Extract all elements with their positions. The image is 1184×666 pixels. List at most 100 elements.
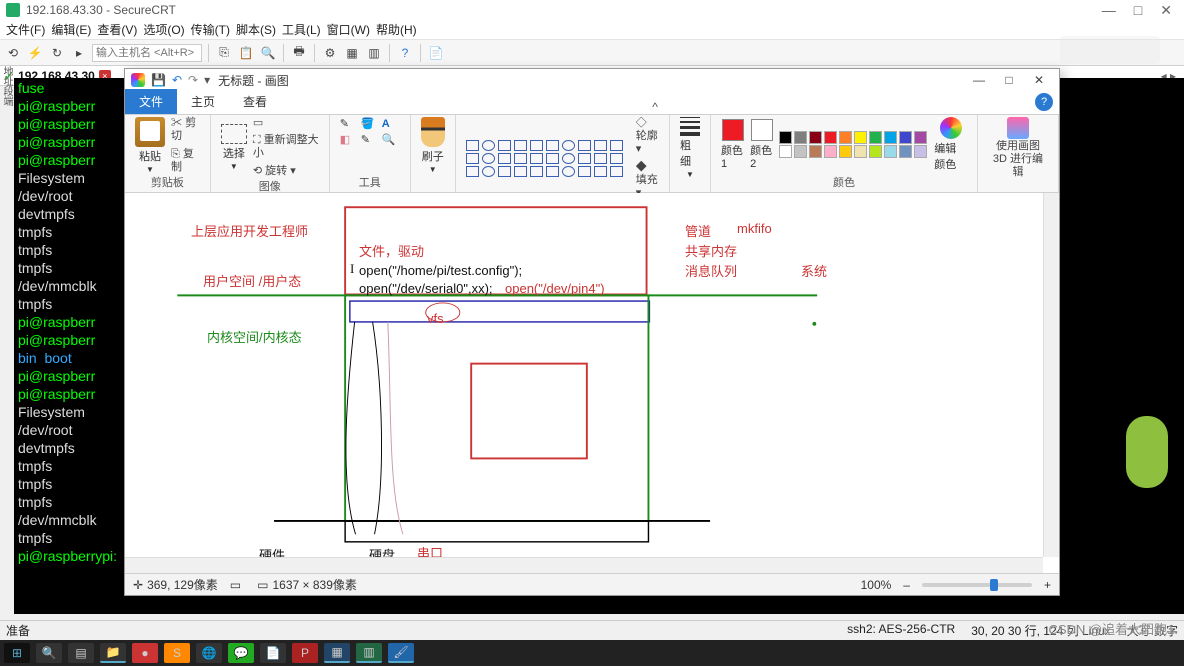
- print-icon[interactable]: 🖶: [290, 44, 308, 62]
- resize-button[interactable]: ⛶ 重新调整大小: [253, 134, 319, 160]
- shape-gallery[interactable]: [466, 140, 624, 177]
- save-icon[interactable]: 💾: [151, 73, 166, 87]
- paste-icon[interactable]: 📋: [237, 44, 255, 62]
- tab-home[interactable]: 主页: [177, 89, 229, 114]
- edit-colors-button[interactable]: 编辑颜色: [934, 117, 967, 172]
- task-explorer[interactable]: 📁: [100, 643, 126, 663]
- paint-minimize-button[interactable]: —: [965, 71, 993, 89]
- status-ready: 准备: [6, 622, 30, 639]
- zoom-out-button[interactable]: –: [903, 578, 910, 592]
- settings-icon[interactable]: ⚙: [321, 44, 339, 62]
- task-search[interactable]: 🔍: [36, 643, 62, 663]
- color1-button[interactable]: 颜色 1: [721, 119, 744, 170]
- group-tools: ✎ 🪣 A ◧ ✎ 🔍 工具: [330, 115, 411, 192]
- thickness-button[interactable]: 粗细 ▼: [680, 117, 700, 179]
- crop-button[interactable]: ▭: [253, 117, 319, 130]
- paint-ribbon: 粘贴 ▼ ✂ 剪切 ⎘ 复制 剪贴板 选择 ▼ ▭ ⛶ 重新: [125, 115, 1059, 193]
- fill-icon[interactable]: 🪣: [361, 117, 379, 130]
- play-icon[interactable]: ▸: [70, 44, 88, 62]
- paint-help-icon[interactable]: ?: [1035, 93, 1053, 111]
- pencil-icon[interactable]: ✎: [340, 117, 358, 130]
- menu-file[interactable]: 文件(F): [6, 21, 45, 38]
- paint-canvas[interactable]: 上层应用开发工程师 用户空间 /用户态 内核空间/内核态 文件，驱动 open(…: [125, 193, 1043, 557]
- label-kernel-space: 内核空间/内核态: [207, 327, 302, 346]
- copy-icon[interactable]: ⎘: [215, 44, 233, 62]
- brush-label: 刷子: [422, 148, 444, 164]
- brush-button[interactable]: 刷子 ▼: [421, 117, 445, 174]
- selection-icon: ▭: [230, 578, 241, 592]
- lightning-icon[interactable]: ⚡: [26, 44, 44, 62]
- picker-icon[interactable]: ✎: [361, 133, 379, 146]
- group-paint3d: 使用画图 3D 进行编辑: [978, 115, 1059, 192]
- menu-script[interactable]: 脚本(S): [236, 21, 276, 38]
- chevron-down-icon: ▼: [146, 165, 154, 174]
- menu-options[interactable]: 选项(O): [143, 21, 184, 38]
- thickness-icon: [680, 117, 700, 136]
- reload-icon[interactable]: ↻: [48, 44, 66, 62]
- select-label: 选择: [223, 145, 245, 161]
- magnifier-icon[interactable]: 🔍: [382, 133, 400, 146]
- misc-icon[interactable]: ▦: [343, 44, 361, 62]
- paint-canvas-wrap: 上层应用开发工程师 用户空间 /用户态 内核空间/内核态 文件，驱动 open(…: [125, 193, 1059, 573]
- task-app2[interactable]: S: [164, 643, 190, 663]
- paint-close-button[interactable]: ✕: [1025, 71, 1053, 89]
- group-brush: 刷子 ▼: [411, 115, 456, 192]
- task-chrome[interactable]: 🌐: [196, 643, 222, 663]
- paste-button[interactable]: 粘贴 ▼: [135, 117, 165, 174]
- paint-maximize-button[interactable]: □: [995, 71, 1023, 89]
- task-app4[interactable]: 📄: [260, 643, 286, 663]
- canvas-vscroll[interactable]: [1043, 193, 1059, 557]
- text-icon[interactable]: A: [382, 118, 400, 130]
- rotate-button[interactable]: ⟲ 旋转 ▾: [253, 165, 319, 178]
- select-button[interactable]: 选择 ▼: [221, 124, 247, 171]
- copy-button[interactable]: ⎘ 复制: [171, 148, 200, 174]
- task-pdf[interactable]: P: [292, 643, 318, 663]
- task-paint[interactable]: 🖌: [388, 643, 414, 663]
- drawing: [125, 193, 1043, 557]
- minimize-button[interactable]: —: [1102, 2, 1116, 19]
- menu-edit[interactable]: 编辑(E): [51, 21, 91, 38]
- eraser-icon[interactable]: ◧: [340, 133, 358, 146]
- tab-view[interactable]: 查看: [229, 89, 281, 114]
- windows-taskbar[interactable]: ⊞ 🔍 ▤ 📁 ● S 🌐 💬 📄 P ▦ ▥ 🖌: [0, 640, 1184, 666]
- close-button[interactable]: ✕: [1160, 2, 1172, 19]
- menu-window[interactable]: 窗口(W): [327, 21, 370, 38]
- securecrt-menubar[interactable]: 文件(F) 编辑(E) 查看(V) 选项(O) 传输(T) 脚本(S) 工具(L…: [0, 20, 1184, 40]
- help-icon[interactable]: ?: [396, 44, 414, 62]
- color-palette[interactable]: [779, 131, 928, 158]
- undo-icon[interactable]: ↶: [172, 73, 182, 87]
- start-button[interactable]: ⊞: [4, 643, 30, 663]
- task-view[interactable]: ▤: [68, 643, 94, 663]
- session-icon[interactable]: 📄: [427, 44, 445, 62]
- host-input[interactable]: [92, 44, 202, 62]
- label-user-space: 用户空间 /用户态: [203, 271, 301, 290]
- paste-icon: [135, 117, 165, 147]
- canvas-hscroll[interactable]: [125, 557, 1043, 573]
- find-icon[interactable]: 🔍: [259, 44, 277, 62]
- menu-tools[interactable]: 工具(L): [282, 21, 321, 38]
- task-wechat[interactable]: 💬: [228, 643, 254, 663]
- ribbon-collapse-icon[interactable]: ^: [652, 100, 658, 114]
- qa-dropdown-icon[interactable]: ▾: [204, 73, 210, 87]
- menu-transfer[interactable]: 传输(T): [191, 21, 230, 38]
- cut-button[interactable]: ✂ 剪切: [171, 117, 200, 143]
- tab-file[interactable]: 文件: [125, 89, 177, 114]
- zoom-in-button[interactable]: +: [1044, 578, 1051, 592]
- task-vm[interactable]: ▦: [324, 643, 350, 663]
- paint3d-button[interactable]: 使用画图 3D 进行编辑: [988, 117, 1048, 180]
- maximize-button[interactable]: □: [1134, 2, 1142, 19]
- menu-help[interactable]: 帮助(H): [376, 21, 417, 38]
- zoom-slider[interactable]: [922, 583, 1032, 587]
- clipboard-label: 剪贴板: [135, 174, 200, 192]
- outline-button[interactable]: ◇ 轮廓 ▾: [636, 117, 659, 157]
- task-app1[interactable]: ●: [132, 643, 158, 663]
- menu-view[interactable]: 查看(V): [97, 21, 137, 38]
- paint-titlebar[interactable]: 💾 ↶ ↷ ▾ 无标题 - 画图 — □ ✕: [125, 69, 1059, 91]
- color2-button[interactable]: 颜色 2: [750, 119, 773, 170]
- task-securecrt[interactable]: ▥: [356, 643, 382, 663]
- reconnect-icon[interactable]: ⟲: [4, 44, 22, 62]
- redo-icon[interactable]: ↷: [188, 73, 198, 87]
- floating-widget[interactable]: [1126, 416, 1168, 488]
- misc2-icon[interactable]: ▥: [365, 44, 383, 62]
- securecrt-title: 192.168.43.30 - SecureCRT: [26, 3, 176, 17]
